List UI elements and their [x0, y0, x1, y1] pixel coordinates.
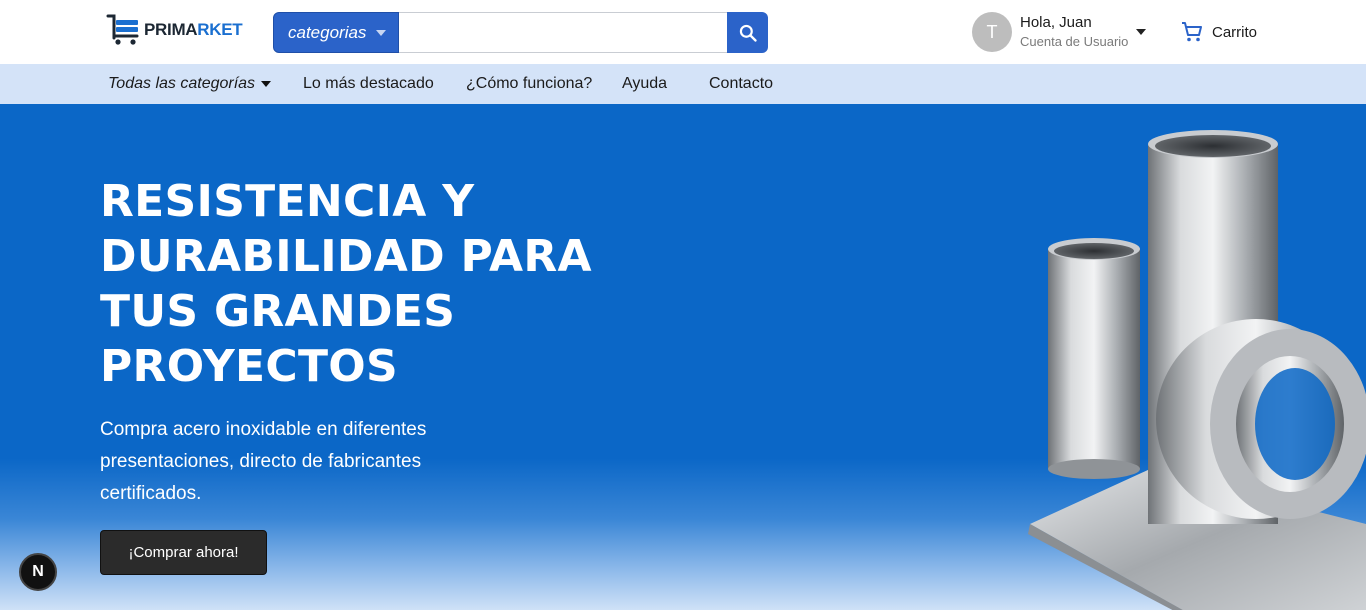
nav-all-categories[interactable]: Todas las categorías: [108, 64, 272, 104]
category-select-label: categorias: [288, 22, 367, 42]
top-header: PRIMARKET categorias T Hola, Juan Cuenta…: [0, 0, 1366, 64]
brand-logo[interactable]: PRIMARKET: [106, 14, 243, 46]
search-bar: categorias: [273, 12, 768, 53]
cart-icon: [1182, 22, 1202, 42]
brand-name: PRIMARKET: [144, 20, 243, 39]
hero-title: RESISTENCIA Y DURABILIDAD PARA TUS GRAND…: [100, 176, 592, 392]
dev-tools-badge[interactable]: N: [19, 553, 57, 591]
steel-products-image: [1028, 130, 1366, 610]
hero-banner: RESISTENCIA Y DURABILIDAD PARA TUS GRAND…: [0, 104, 1366, 610]
user-greeting: Hola, Juan: [1020, 13, 1092, 31]
cart-button[interactable]: Carrito: [1180, 20, 1257, 44]
user-info: Hola, Juan Cuenta de Usuario: [1020, 14, 1128, 51]
user-account-label: Cuenta de Usuario: [1020, 34, 1129, 50]
user-menu[interactable]: T Hola, Juan Cuenta de Usuario: [972, 12, 1147, 52]
nav-item-destacado[interactable]: Lo más destacado: [303, 64, 434, 104]
search-button[interactable]: [727, 12, 768, 53]
category-select[interactable]: categorias: [273, 12, 399, 53]
nav-item-ayuda[interactable]: Ayuda: [622, 64, 667, 104]
search-input[interactable]: [399, 12, 727, 53]
logo-cart-icon: [106, 14, 139, 45]
avatar: T: [972, 12, 1012, 52]
caret-down-icon: [1136, 29, 1147, 35]
nav-item-como-funciona[interactable]: ¿Cómo funciona?: [466, 64, 592, 104]
hero-subtitle: Compra acero inoxidable en diferentes pr…: [100, 419, 427, 504]
caret-down-icon: [376, 29, 387, 36]
category-nav: Todas las categorías Lo más destacado ¿C…: [0, 64, 1366, 104]
search-icon: [739, 24, 757, 42]
shop-now-button[interactable]: ¡Comprar ahora!: [100, 530, 267, 575]
nav-item-contacto[interactable]: Contacto: [709, 64, 773, 104]
nav-all-categories-label: Todas las categorías: [108, 75, 256, 92]
cart-label: Carrito: [1212, 23, 1258, 41]
caret-down-icon: [261, 81, 272, 87]
